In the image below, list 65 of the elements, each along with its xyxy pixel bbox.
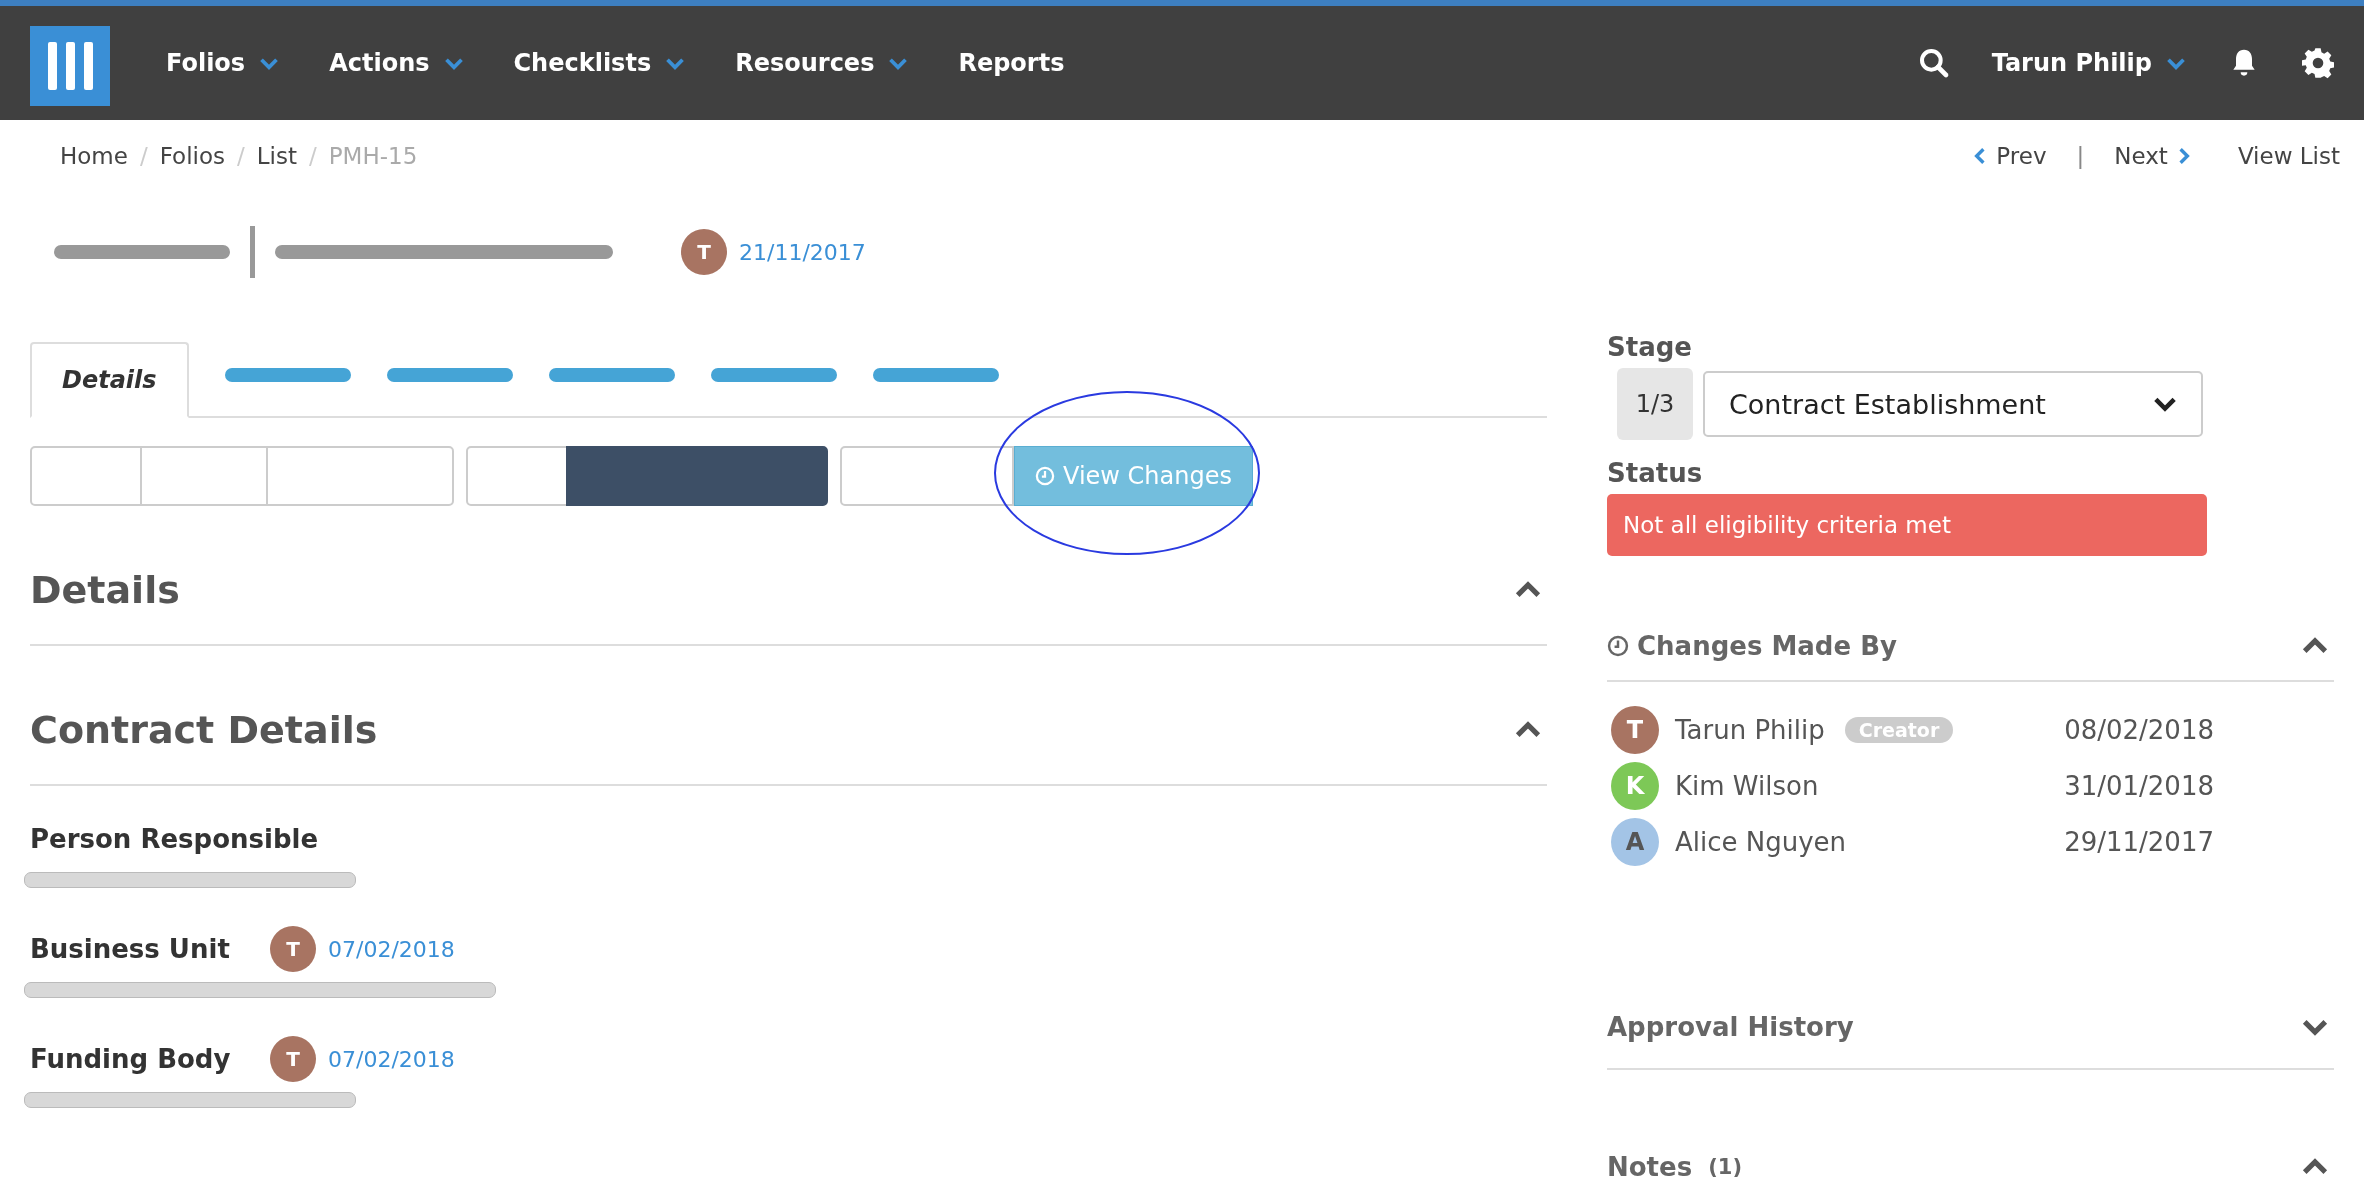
redacted-tab[interactable] — [710, 368, 837, 382]
section-heading: Contract Details — [30, 708, 378, 752]
section-heading: Notes — [1607, 1152, 1693, 1182]
redacted-tab[interactable] — [386, 368, 513, 382]
field-label: Funding Body — [30, 1044, 232, 1074]
settings-icon[interactable] — [2302, 47, 2334, 79]
clock-icon — [1607, 635, 1629, 657]
person-name: Kim Wilson — [1675, 771, 1819, 801]
section-heading: Changes Made By — [1637, 631, 1897, 661]
redacted-tab[interactable] — [224, 368, 351, 382]
nav-menu-item[interactable]: Resources — [735, 49, 909, 77]
user-avatar: T — [681, 229, 727, 275]
section-heading: Approval History — [1607, 1012, 1854, 1042]
count-text: (1) — [1708, 1155, 1742, 1179]
chevron-left-icon[interactable] — [1974, 147, 1987, 165]
chevron-down-icon[interactable] — [2153, 396, 2177, 412]
date-text: 21/11/2017 — [739, 239, 866, 265]
user-avatar: T — [270, 926, 316, 972]
redacted-tab[interactable] — [872, 368, 999, 382]
breadcrumb-separator: / — [308, 143, 317, 169]
date-text: 07/02/2018 — [328, 1046, 455, 1072]
view-list-link[interactable]: View List — [2237, 143, 2340, 169]
stage-label: Stage — [1607, 332, 1693, 362]
person-name: Tarun Philip — [1675, 715, 1825, 745]
breadcrumb-link[interactable]: List — [256, 143, 297, 169]
nav-menu-item[interactable]: Reports — [958, 49, 1065, 77]
prev-link[interactable]: Prev — [1974, 143, 2047, 169]
clock-icon[interactable] — [1035, 466, 1055, 486]
chevron-right-icon[interactable] — [2177, 147, 2190, 165]
date-text: 29/11/2017 — [2064, 827, 2214, 857]
section-heading: Details — [30, 568, 180, 612]
search-icon[interactable] — [1917, 47, 1950, 79]
next-link[interactable]: Next — [2114, 143, 2190, 169]
app-logo-icon[interactable] — [30, 26, 110, 106]
status-banner: Not all eligibility criteria met — [1607, 494, 2207, 556]
redacted-tab[interactable] — [548, 368, 675, 382]
breadcrumb-link[interactable]: Folios — [159, 143, 225, 169]
chevron-icon[interactable] — [1515, 721, 1541, 739]
date-text: 07/02/2018 — [328, 936, 455, 962]
user-menu[interactable]: Tarun Philip — [1991, 49, 2186, 77]
breadcrumb-link[interactable]: Home — [60, 143, 128, 169]
nav-menu-item[interactable]: Checklists — [513, 49, 686, 77]
field-label: Person Responsible — [30, 824, 319, 854]
pager-divider: | — [2076, 143, 2085, 169]
chevron-icon[interactable] — [2302, 1158, 2328, 1176]
user-avatar: T — [270, 1036, 316, 1082]
stage-step-badge: 1/3 — [1617, 368, 1693, 440]
user-avatar: K — [1611, 762, 1659, 810]
breadcrumb-separator: / — [139, 143, 148, 169]
current-page-text: PMH-15 — [328, 143, 418, 169]
nav-menu-item[interactable]: Folios — [166, 49, 280, 77]
breadcrumb-separator: / — [237, 143, 245, 169]
user-avatar: A — [1611, 818, 1659, 866]
chevron-icon[interactable] — [1515, 581, 1541, 599]
chevron-icon[interactable] — [2302, 637, 2328, 655]
date-text: 08/02/2018 — [2064, 715, 2214, 745]
status-label: Status — [1607, 458, 1704, 488]
tab[interactable]: Details — [30, 342, 189, 418]
chevron-icon[interactable] — [2302, 1018, 2328, 1036]
person-name: Alice Nguyen — [1675, 827, 1847, 857]
stage-dropdown[interactable]: Contract Establishment — [1703, 371, 2203, 437]
field-label: Business Unit — [30, 934, 231, 964]
user-avatar: T — [1611, 706, 1659, 754]
nav-menu-item[interactable]: Actions — [329, 49, 464, 77]
date-text: 31/01/2018 — [2064, 771, 2214, 801]
